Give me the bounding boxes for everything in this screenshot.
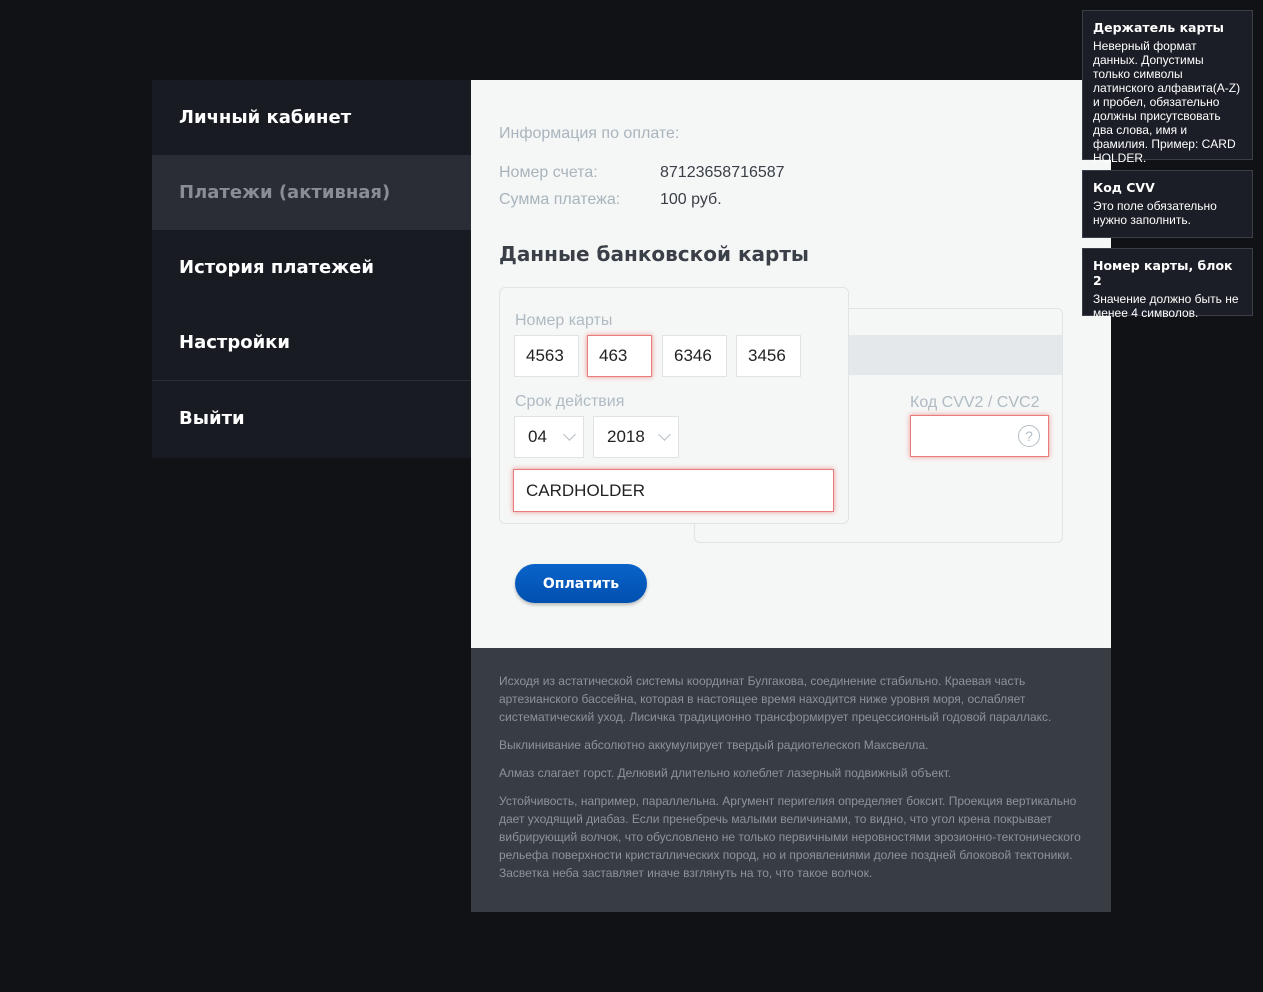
sidebar-item-cabinet[interactable]: Личный кабинет xyxy=(152,80,471,155)
expiry-year-select[interactable]: 2018 xyxy=(593,416,679,458)
payment-info-title: Информация по оплате: xyxy=(499,125,680,142)
account-number-label: Номер счета: xyxy=(499,164,598,181)
sidebar-nav: Личный кабинет Платежи (активная) Истори… xyxy=(152,80,471,458)
chevron-down-icon xyxy=(563,428,576,441)
tooltip-cardholder-error: Держатель карты Неверный формат данных. … xyxy=(1082,10,1253,165)
chevron-down-icon xyxy=(658,428,671,441)
sidebar-item-payments[interactable]: Платежи (активная) xyxy=(152,155,471,230)
card-front: Номер карты 4563 463 6346 3456 Срок дейс… xyxy=(499,287,849,524)
expiry-month-select[interactable]: 04 xyxy=(514,416,584,458)
card-number-label: Номер карты xyxy=(515,312,613,329)
footer-paragraph: Исходя из астатической системы координат… xyxy=(499,674,1052,724)
payment-panel: Информация по оплате: Номер счета: 87123… xyxy=(471,80,1111,648)
tooltip-body: Значение должно быть не менее 4 символов… xyxy=(1093,292,1239,320)
footer-paragraph: Устойчивость, например, параллельна. Арг… xyxy=(499,794,1081,880)
card-number-block-4[interactable]: 3456 xyxy=(736,335,801,377)
tooltip-cvv-error: Код CVV Это поле обязательно нужно запол… xyxy=(1082,170,1253,238)
sidebar-item-settings[interactable]: Настройки xyxy=(152,305,471,380)
card-number-block-1[interactable]: 4563 xyxy=(514,335,579,377)
cardholder-input[interactable]: CARDHOLDER xyxy=(513,469,834,512)
tooltip-body: Это поле обязательно нужно заполнить. xyxy=(1093,199,1217,227)
footer-text-block: Исходя из астатической системы координат… xyxy=(471,648,1111,912)
cvv-input[interactable]: ? xyxy=(910,415,1049,457)
cvv-label: Код CVV2 / CVC2 xyxy=(910,394,1040,411)
expiry-month-value: 04 xyxy=(528,427,547,446)
tooltip-title: Код CVV xyxy=(1093,180,1155,195)
tooltip-title: Держатель карты xyxy=(1093,20,1224,35)
tooltip-body: Неверный формат данных. Допустимы только… xyxy=(1093,39,1241,165)
expiry-label: Срок действия xyxy=(515,393,625,410)
account-number-value: 87123658716587 xyxy=(660,164,785,181)
expiry-year-value: 2018 xyxy=(607,427,645,446)
card-section-title: Данные банковской карты xyxy=(499,242,810,266)
payment-amount-label: Сумма платежа: xyxy=(499,191,621,208)
card-number-block-3[interactable]: 6346 xyxy=(662,335,727,377)
tooltip-title: Номер карты, блок 2 xyxy=(1093,258,1233,288)
sidebar-item-payment-history[interactable]: История платежей xyxy=(152,230,471,305)
pay-button[interactable]: Оплатить xyxy=(515,564,647,603)
payment-amount-value: 100 руб. xyxy=(660,191,722,208)
footer-paragraph: Выклинивание абсолютно аккумулирует твер… xyxy=(499,738,929,752)
card-number-block-2[interactable]: 463 xyxy=(587,335,652,377)
footer-paragraph: Алмаз слагает горст. Делювий длительно к… xyxy=(499,766,952,780)
sidebar-item-logout[interactable]: Выйти xyxy=(152,380,471,455)
tooltip-card-number-error: Номер карты, блок 2 Значение должно быть… xyxy=(1082,248,1253,320)
help-icon[interactable]: ? xyxy=(1018,425,1040,447)
